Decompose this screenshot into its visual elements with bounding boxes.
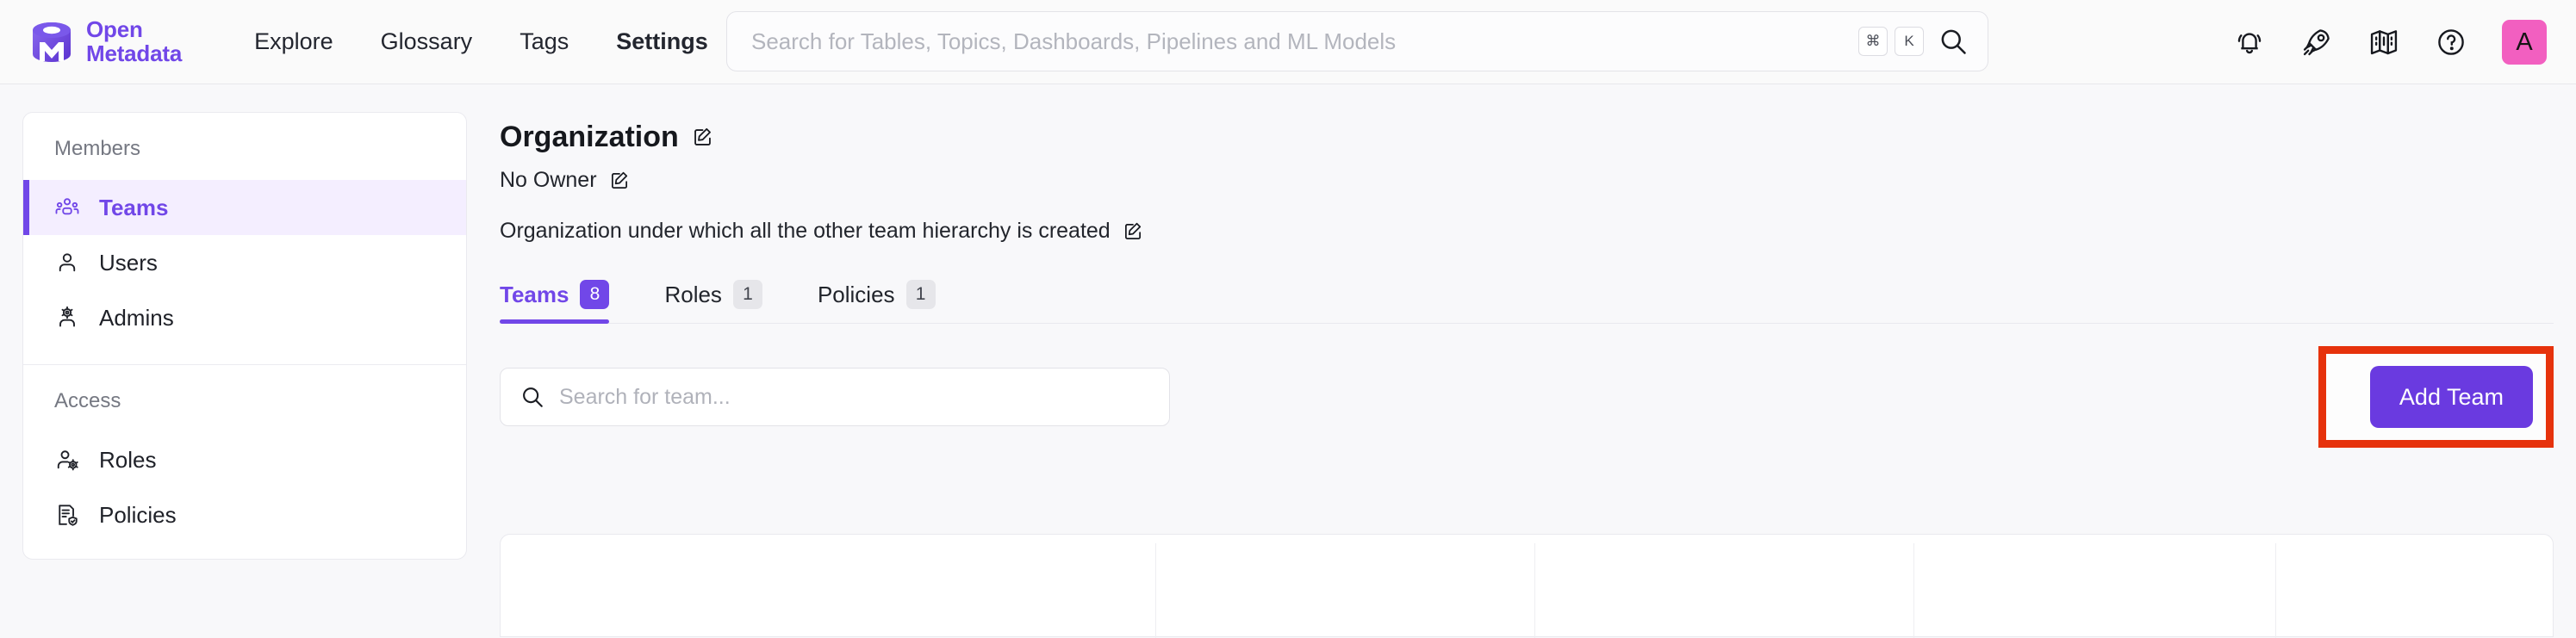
sidebar-item-admins[interactable]: Admins xyxy=(23,290,466,345)
nav-settings[interactable]: Settings xyxy=(616,28,708,55)
table-column-divider xyxy=(1534,543,1535,638)
rocket-icon[interactable] xyxy=(2300,26,2333,59)
description-text: Organization under which all the other t… xyxy=(500,219,1111,243)
owner-row: No Owner xyxy=(500,168,2576,193)
add-team-highlight-region: Add Team xyxy=(2318,346,2554,448)
teams-icon xyxy=(54,195,80,220)
openmetadata-logo-icon xyxy=(28,18,76,66)
description-row: Organization under which all the other t… xyxy=(500,219,2576,244)
nav-icon-cluster: A xyxy=(2233,0,2547,84)
roles-user-gear-icon xyxy=(54,447,80,473)
main-nav-links: Explore Glossary Tags Settings xyxy=(254,28,708,55)
team-search-box[interactable] xyxy=(500,368,1170,426)
tab-label: Roles xyxy=(664,281,722,307)
owner-label: No Owner xyxy=(500,168,597,192)
help-icon[interactable] xyxy=(2435,26,2467,59)
tab-bar: Teams 8 Roles 1 Policies 1 xyxy=(500,280,2554,324)
notification-bell-icon[interactable] xyxy=(2233,26,2266,59)
tab-label: Teams xyxy=(500,281,569,307)
nav-explore[interactable]: Explore xyxy=(254,28,333,55)
tab-count-badge: 8 xyxy=(580,280,610,309)
top-navigation-bar: Open Metadata Explore Glossary Tags Sett… xyxy=(0,0,2576,84)
global-search-bar[interactable]: ⌘ K xyxy=(726,11,1988,71)
table-column-divider xyxy=(1155,543,1156,638)
brand-name-line1: Open xyxy=(86,15,143,42)
page-title: Organization xyxy=(500,121,679,153)
global-search-input[interactable] xyxy=(751,28,1851,55)
nav-tags[interactable]: Tags xyxy=(520,28,569,55)
search-icon xyxy=(520,384,545,410)
sidebar-group-members: Members xyxy=(54,137,141,160)
sidebar-group-access: Access xyxy=(54,389,121,412)
brand-logo-link[interactable]: Open Metadata xyxy=(28,15,183,66)
admin-gear-user-icon xyxy=(54,305,80,331)
teams-toolbar: Add Team xyxy=(500,346,2554,448)
user-avatar[interactable]: A xyxy=(2502,20,2547,65)
sidebar-item-label: Admins xyxy=(99,304,174,331)
tab-teams[interactable]: Teams 8 xyxy=(500,280,610,324)
tab-policies[interactable]: Policies 1 xyxy=(818,280,936,324)
sidebar-item-label: Teams xyxy=(99,194,169,220)
table-column-divider xyxy=(1913,543,1914,638)
edit-pencil-icon[interactable] xyxy=(691,126,714,149)
sidebar-item-label: Users xyxy=(99,249,158,276)
tab-count-badge: 1 xyxy=(905,280,936,309)
shortcut-k-key: K xyxy=(1895,27,1924,56)
sidebar-item-policies[interactable]: Policies xyxy=(23,487,466,542)
tour-map-icon[interactable] xyxy=(2368,26,2400,59)
edit-pencil-icon[interactable] xyxy=(608,170,631,192)
shortcut-cmd-key: ⌘ xyxy=(1858,27,1888,56)
team-search-input[interactable] xyxy=(559,384,1154,410)
edit-pencil-icon[interactable] xyxy=(1122,220,1144,243)
nav-glossary[interactable]: Glossary xyxy=(381,28,473,55)
main-content: Organization No Owner Organization under… xyxy=(500,84,2576,546)
settings-sidebar: Members Teams Users Admins Access Roles … xyxy=(22,112,467,560)
policies-document-shield-icon xyxy=(54,502,80,528)
user-icon xyxy=(54,250,80,276)
brand-name-line2: Metadata xyxy=(86,40,183,66)
tab-count-badge: 1 xyxy=(732,280,762,309)
search-icon[interactable] xyxy=(1938,26,1969,57)
sidebar-item-label: Policies xyxy=(99,501,177,528)
table-column-divider xyxy=(2275,543,2276,638)
sidebar-item-label: Roles xyxy=(99,446,157,473)
add-team-button[interactable]: Add Team xyxy=(2369,366,2533,428)
tab-roles[interactable]: Roles 1 xyxy=(664,280,762,324)
sidebar-item-users[interactable]: Users xyxy=(23,235,466,290)
tab-label: Policies xyxy=(817,281,895,307)
title-row: Organization xyxy=(500,84,2576,154)
sidebar-item-teams[interactable]: Teams xyxy=(23,180,466,235)
teams-table-card xyxy=(500,534,2554,638)
sidebar-item-roles[interactable]: Roles xyxy=(23,432,466,487)
page-body: Members Teams Users Admins Access Roles … xyxy=(0,84,2576,638)
